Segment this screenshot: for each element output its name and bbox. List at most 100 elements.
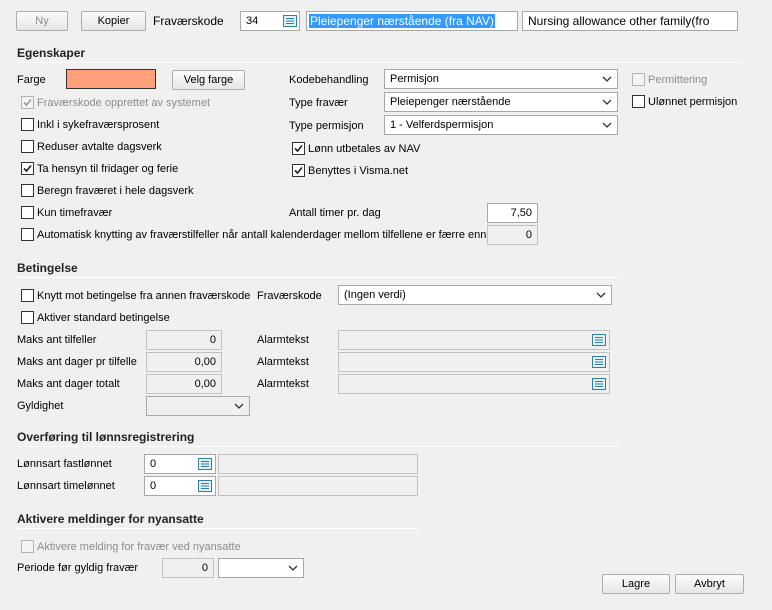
list-icon[interactable] — [198, 480, 212, 492]
lonnsart-time-value: 0 — [150, 480, 157, 492]
maks-dager-totalt-value: 0,00 — [194, 378, 216, 390]
check-icon — [23, 164, 32, 173]
automatisk-checkbox[interactable] — [21, 228, 34, 241]
gyldighet-select[interactable] — [146, 396, 250, 416]
avbryt-button[interactable]: Avbryt — [675, 574, 744, 594]
alarmtekst-label: Alarmtekst — [257, 334, 309, 346]
code-value: 34 — [246, 15, 259, 27]
beregn-checkbox[interactable] — [21, 184, 34, 197]
list-icon[interactable] — [283, 15, 297, 27]
antall-timer-value: 7,50 — [510, 207, 532, 219]
maks-dager-tilfelle-input[interactable]: 0,00 — [146, 352, 222, 372]
maks-tilfeller-input[interactable]: 0 — [146, 330, 222, 350]
reduser-checkbox[interactable] — [21, 140, 34, 153]
knytt-checkbox[interactable] — [21, 289, 34, 302]
farge-swatch — [66, 69, 156, 89]
chevron-down-icon — [596, 292, 606, 298]
antall-timer-input[interactable]: 7,50 — [487, 203, 538, 223]
type-fravaer-select[interactable]: Pleiepenger nærstående — [384, 92, 618, 112]
lonnsart-fast-label: Lønnsart fastlønnet — [17, 458, 112, 470]
kun-timefravaer-checkbox[interactable] — [21, 206, 34, 219]
name-en-value: Nursing allowance other family(fro — [528, 14, 710, 28]
type-fravaer-label: Type fravær — [289, 97, 348, 109]
betingelse-fravaerskode-value: (Ingen verdi) — [344, 289, 406, 301]
egenskaper-separator — [17, 62, 742, 63]
check-icon — [294, 144, 303, 153]
lonnsart-fast-description — [218, 454, 418, 474]
knytt-label: Knytt mot betingelse fra annen fraværsko… — [37, 290, 251, 302]
aktiver-standard-label: Aktiver standard betingelse — [37, 312, 170, 324]
aktivere-melding-label: Aktivere melding for fravær ved nyansatt… — [37, 541, 241, 553]
betingelse-title: Betingelse — [17, 261, 78, 275]
alarmtekst-input[interactable] — [338, 374, 610, 394]
overforing-title: Overføring til lønnsregistrering — [17, 430, 195, 444]
lonn-nav-checkbox[interactable] — [292, 142, 305, 155]
lonnsart-time-label: Lønnsart timelønnet — [17, 480, 115, 492]
lonnsart-fast-value: 0 — [150, 458, 157, 470]
check-icon — [23, 98, 32, 107]
kun-timefravaer-label: Kun timefravær — [37, 207, 113, 219]
opprettet-checkbox[interactable] — [21, 96, 34, 109]
velg-farge-button[interactable]: Velg farge — [172, 70, 245, 90]
ny-button[interactable]: Ny — [16, 11, 68, 31]
antall-timer-label: Antall timer pr. dag — [289, 207, 381, 219]
name-en-input[interactable]: Nursing allowance other family(fro — [522, 11, 738, 31]
lonn-nav-label: Lønn utbetales av NAV — [308, 143, 421, 155]
sykefravaer-checkbox[interactable] — [21, 118, 34, 131]
reduser-label: Reduser avtalte dagsverk — [37, 141, 162, 153]
chevron-down-icon — [602, 76, 612, 82]
maks-dager-tilfelle-value: 0,00 — [194, 356, 216, 368]
maks-tilfeller-value: 0 — [209, 334, 216, 346]
visma-checkbox[interactable] — [292, 164, 305, 177]
visma-label: Benyttes i Visma.net — [308, 165, 409, 177]
sykefravaer-label: Inkl i sykefraværsprosent — [37, 119, 160, 131]
kodebehandling-select[interactable]: Permisjon — [384, 69, 618, 89]
list-icon[interactable] — [592, 356, 606, 368]
farge-label: Farge — [17, 74, 46, 86]
overforing-separator — [17, 446, 619, 447]
betingelse-fravaerskode-select[interactable]: (Ingen verdi) — [338, 285, 612, 305]
chevron-down-icon — [602, 99, 612, 105]
periode-unit-select[interactable] — [218, 558, 304, 578]
ulonnet-label: Ulønnet permisjon — [648, 96, 738, 108]
chevron-down-icon — [602, 122, 612, 128]
kalenderdager-input[interactable]: 0 — [487, 225, 538, 245]
aktivere-melding-checkbox[interactable] — [21, 540, 34, 553]
lagre-button[interactable]: Lagre — [602, 574, 670, 594]
alarmtekst-input[interactable] — [338, 352, 610, 372]
chevron-down-icon — [288, 565, 298, 571]
kodebehandling-label: Kodebehandling — [289, 74, 369, 86]
type-permisjon-select[interactable]: 1 - Velferdspermisjon — [384, 115, 618, 135]
permittering-label: Permittering — [648, 74, 708, 86]
list-icon[interactable] — [592, 334, 606, 346]
list-icon[interactable] — [198, 458, 212, 470]
kopier-button[interactable]: Kopier — [81, 11, 146, 31]
kalenderdager-value: 0 — [525, 229, 532, 241]
name-input[interactable]: Pleiepenger nærstående (fra NAV) — [306, 11, 518, 31]
name-value: Pleiepenger nærstående (fra NAV) — [309, 14, 495, 28]
beregn-label: Beregn fraværet i hele dagsverk — [37, 185, 194, 197]
type-permisjon-value: 1 - Velferdspermisjon — [390, 119, 494, 131]
fridager-label: Ta hensyn til fridager og ferie — [37, 163, 179, 175]
chevron-down-icon — [234, 403, 244, 409]
permittering-checkbox[interactable] — [632, 73, 645, 86]
aktivere-separator — [17, 528, 419, 529]
betingelse-fravaerskode-label: Fraværskode — [257, 290, 322, 302]
egenskaper-title: Egenskaper — [17, 46, 86, 60]
alarmtekst-label: Alarmtekst — [257, 378, 309, 390]
opprettet-label: Fraværskode opprettet av systemet — [37, 97, 211, 109]
aktiver-standard-checkbox[interactable] — [21, 311, 34, 324]
maks-dager-tilfelle-label: Maks ant dager pr tilfelle — [17, 356, 137, 368]
fridager-checkbox[interactable] — [21, 162, 34, 175]
betingelse-separator — [17, 277, 619, 278]
alarmtekst-input[interactable] — [338, 330, 610, 350]
type-fravaer-value: Pleiepenger nærstående — [390, 96, 511, 108]
maks-dager-totalt-input[interactable]: 0,00 — [146, 374, 222, 394]
maks-dager-totalt-label: Maks ant dager totalt — [17, 378, 120, 390]
list-icon[interactable] — [592, 378, 606, 390]
periode-input[interactable]: 0 — [162, 558, 214, 578]
alarmtekst-label: Alarmtekst — [257, 356, 309, 368]
periode-label: Periode før gyldig fravær — [17, 562, 139, 574]
check-icon — [294, 166, 303, 175]
ulonnet-checkbox[interactable] — [632, 95, 645, 108]
